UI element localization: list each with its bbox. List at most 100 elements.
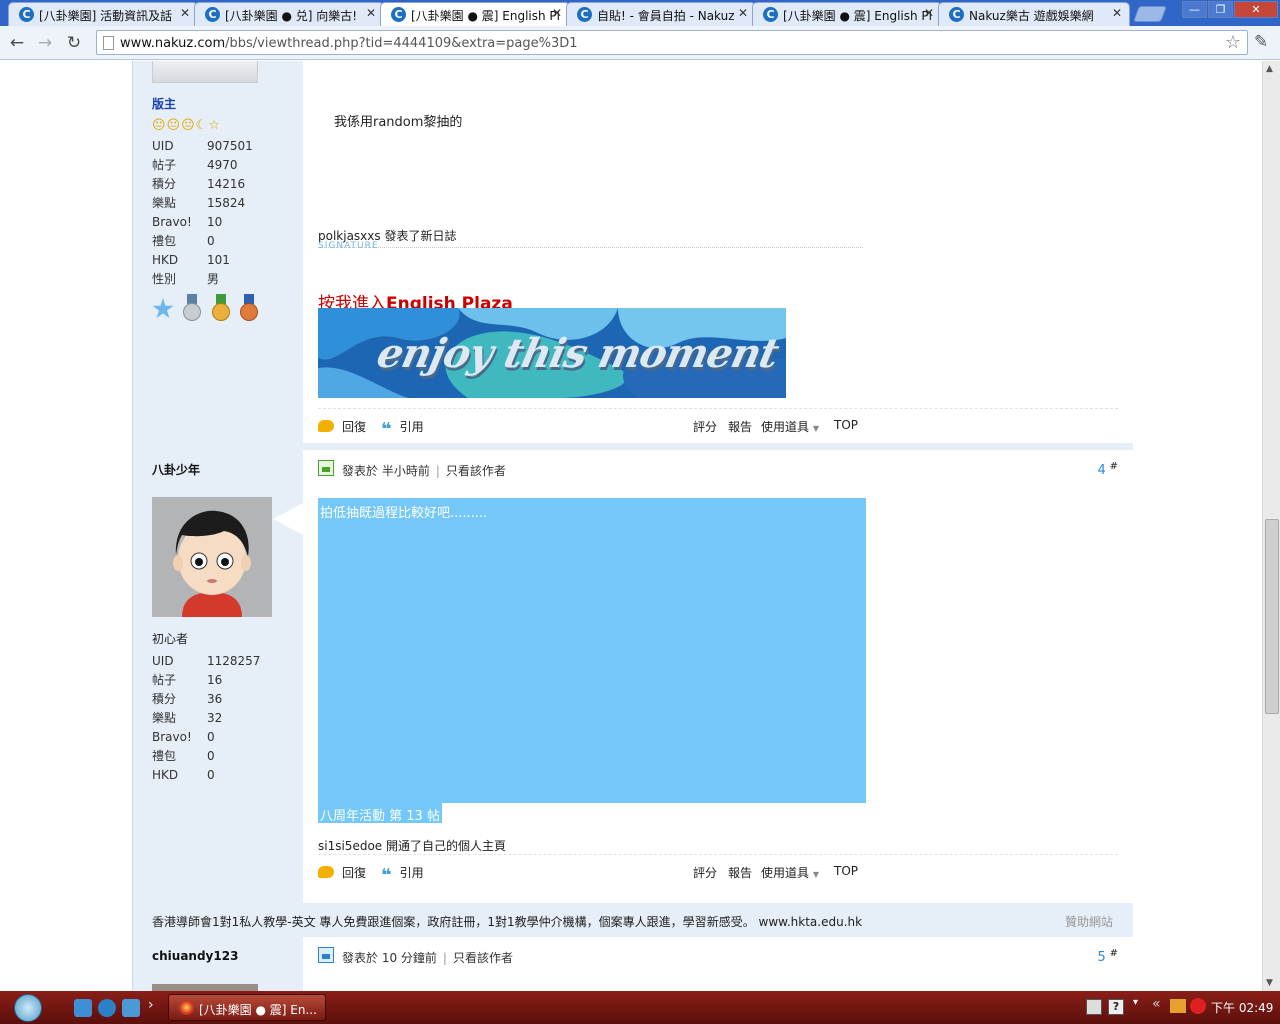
- close-icon[interactable]: ✕: [366, 6, 376, 20]
- stat-key: 帖子: [152, 673, 177, 687]
- report-link[interactable]: 報告: [728, 418, 752, 435]
- scroll-down-icon[interactable]: ▼: [1266, 978, 1273, 988]
- post-actions: 回復 ❝ 引用 評分 報告 使用道具 ▼ TOP: [318, 854, 1118, 885]
- taskbar: › [八卦樂園 ● 震] En... ? ▾ « 下午 02:49: [0, 991, 1280, 1024]
- close-icon[interactable]: ✕: [738, 6, 748, 20]
- browser-tab[interactable]: C [八卦樂園 ● 震] English Pl ✕: [752, 2, 942, 26]
- minimize-button[interactable]: —: [1182, 1, 1207, 18]
- close-icon[interactable]: ✕: [1112, 6, 1122, 20]
- tab-title: [八卦樂園 ● 震] English Pl: [411, 9, 560, 23]
- avatar[interactable]: [152, 61, 258, 83]
- new-tab-button[interactable]: [1133, 6, 1167, 22]
- wrench-menu-icon[interactable]: ✎: [1254, 32, 1268, 52]
- keyboard-icon[interactable]: [1086, 999, 1102, 1015]
- report-link[interactable]: 報告: [728, 864, 752, 881]
- post-floor[interactable]: 4 #: [1098, 461, 1119, 478]
- back-icon[interactable]: ←: [6, 33, 28, 53]
- browser-tab[interactable]: C [八卦樂園 ● 兑] 向樂古! ✕: [194, 2, 384, 26]
- browser-tab-active[interactable]: C [八卦樂園 ● 震] English Pl ✕: [380, 2, 570, 26]
- reply-label: 回復: [342, 420, 367, 434]
- site-favicon-icon: C: [205, 7, 220, 22]
- ad-text[interactable]: 香港導師會1對1私人教學-英文 專人免費跟進個案，政府註冊，1對1教學仲介機構，…: [152, 913, 862, 930]
- signature-label: SIGNATURE: [318, 241, 379, 251]
- tab-title: 自貼! - 會員自拍 - Nakuz: [597, 9, 735, 23]
- post-status-icon: [318, 460, 334, 476]
- close-icon[interactable]: ✕: [552, 6, 562, 20]
- rate-link[interactable]: 評分: [693, 864, 717, 881]
- stat-value: 1128257: [207, 654, 261, 668]
- stat-value: 907501: [207, 139, 253, 153]
- quicklaunch-icon[interactable]: [74, 999, 92, 1017]
- speech-pointer: [273, 503, 303, 535]
- antivirus-icon[interactable]: [1190, 998, 1206, 1014]
- star-medal-icon[interactable]: [152, 294, 174, 324]
- rank-stars-icon: 😐😐😐☾☆: [152, 118, 221, 133]
- signature-banner[interactable]: enjoy this moment: [318, 308, 786, 398]
- username[interactable]: 八卦少年: [152, 461, 200, 478]
- top-link[interactable]: TOP: [834, 864, 858, 878]
- browser-toolbar: ← → ↻ www.nakuz.com/bbs/viewthread.php?t…: [0, 26, 1280, 60]
- scroll-up-icon[interactable]: ▲: [1266, 64, 1273, 74]
- only-author-link[interactable]: 只看該作者: [446, 464, 506, 478]
- bronze-medal-icon[interactable]: [238, 294, 260, 324]
- url-path: /bbs/viewthread.php?tid=4444109&extra=pa…: [225, 36, 578, 51]
- tools-label: 使用道具: [761, 866, 810, 880]
- desktop-icon[interactable]: [122, 999, 140, 1017]
- username[interactable]: chiuandy123: [152, 949, 238, 963]
- bookmark-star-icon[interactable]: ☆: [1225, 32, 1241, 53]
- chevron-left-icon[interactable]: «: [1152, 996, 1161, 1012]
- only-author-link[interactable]: 只看該作者: [453, 951, 513, 965]
- close-window-button[interactable]: ✕: [1234, 1, 1278, 18]
- quote-label: 引用: [399, 420, 424, 434]
- avatar[interactable]: [152, 984, 258, 991]
- url-text[interactable]: www.nakuz.com/bbs/viewthread.php?tid=444…: [120, 36, 578, 51]
- close-icon[interactable]: ✕: [924, 6, 934, 20]
- tray-app-icon[interactable]: [1170, 999, 1186, 1013]
- forward-icon[interactable]: →: [34, 33, 56, 53]
- quote-button[interactable]: ❝ 引用: [381, 418, 424, 439]
- avatar[interactable]: [152, 497, 272, 617]
- clock[interactable]: 下午 02:49: [1211, 999, 1273, 1016]
- quote-button[interactable]: ❝ 引用: [381, 864, 424, 886]
- reload-icon[interactable]: ↻: [63, 33, 85, 53]
- reply-button[interactable]: 回復: [318, 864, 366, 881]
- tray-expand-icon[interactable]: ▾: [1133, 997, 1138, 1008]
- quote-icon: ❝: [381, 865, 392, 886]
- browser-tab[interactable]: C 自貼! - 會員自拍 - Nakuz ✕: [566, 2, 756, 26]
- taskbar-window-button[interactable]: [八卦樂園 ● 震] En...: [168, 994, 326, 1021]
- scroll-thumb[interactable]: [1265, 519, 1279, 714]
- silver-medal-icon[interactable]: [181, 294, 203, 324]
- quote-label: 引用: [399, 866, 424, 880]
- post-content: 發表於 10 分鐘前 | 只看該作者 5 #: [303, 937, 1133, 991]
- signature-divider: [318, 247, 863, 248]
- sponsor-label[interactable]: 贊助網站: [1065, 913, 1113, 930]
- help-icon[interactable]: ?: [1108, 999, 1124, 1015]
- maximize-button[interactable]: ❐: [1208, 1, 1233, 18]
- post-time: 發表於 半小時前: [342, 464, 430, 478]
- gold-medal-icon[interactable]: [210, 294, 232, 324]
- stat-key: Bravo!: [152, 215, 192, 229]
- user-activity: si1si5edoe 開通了自己的個人主頁: [318, 839, 506, 853]
- rate-link[interactable]: 評分: [693, 418, 717, 435]
- stat-value: 0: [207, 749, 215, 763]
- address-bar[interactable]: www.nakuz.com/bbs/viewthread.php?tid=444…: [96, 30, 1248, 55]
- post-floor[interactable]: 5 #: [1098, 948, 1119, 965]
- browser-tab[interactable]: C [八卦樂園] 活動資訊及話 ✕: [8, 2, 198, 26]
- tools-menu[interactable]: 使用道具 ▼: [761, 418, 819, 435]
- expand-icon[interactable]: ›: [148, 997, 154, 1013]
- ie-icon[interactable]: [98, 999, 116, 1017]
- site-favicon-icon: C: [391, 7, 406, 22]
- thread-board: 版主 😐😐😐☾☆ UID 907501 帖子 4970 積分 14216 樂點 1582…: [132, 61, 1133, 991]
- close-icon[interactable]: ✕: [180, 6, 190, 20]
- page-viewport: 版主 😐😐😐☾☆ UID 907501 帖子 4970 積分 14216 樂點 1582…: [0, 61, 1262, 991]
- stat-key: 樂點: [152, 711, 177, 725]
- vertical-scrollbar[interactable]: ▲ ▼: [1262, 61, 1280, 991]
- reply-button[interactable]: 回復: [318, 418, 366, 435]
- top-link[interactable]: TOP: [834, 418, 858, 432]
- browser-tab[interactable]: C Nakuz樂古 遊戲娛樂網 ✕: [938, 2, 1130, 26]
- stat-value: 36: [207, 692, 223, 706]
- stat-key: 積分: [152, 692, 177, 706]
- taskbar-window-title: [八卦樂園 ● 震] En...: [199, 1003, 317, 1017]
- tools-menu[interactable]: 使用道具 ▼: [761, 864, 819, 881]
- start-button[interactable]: [14, 994, 42, 1022]
